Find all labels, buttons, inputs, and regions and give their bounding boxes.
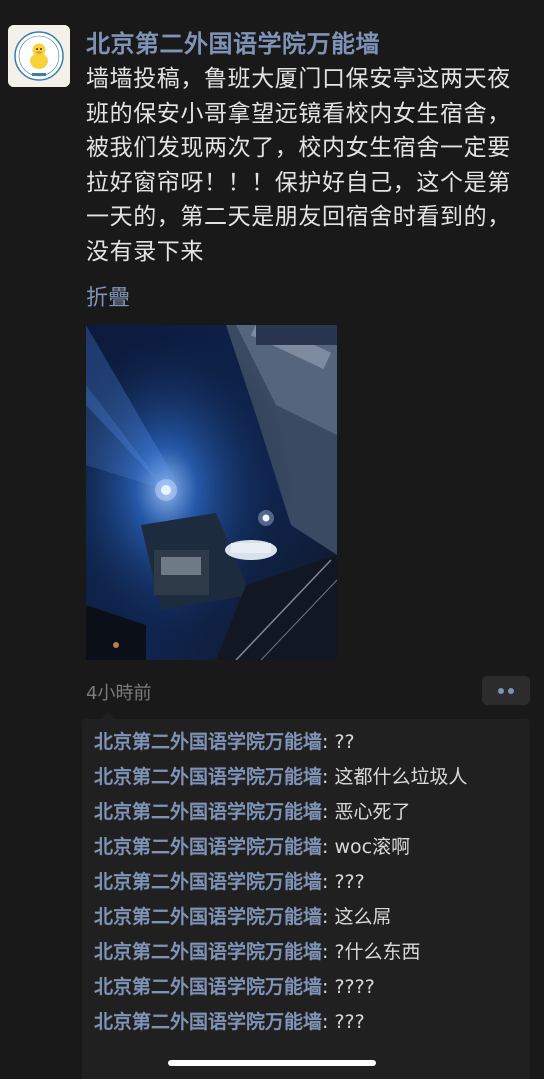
avatar[interactable] (8, 25, 70, 87)
comment-text: 这么屌 (334, 906, 392, 928)
comment-item[interactable]: 北京第二外国语学院万能墙: woc滚啊 (94, 830, 518, 865)
duck-avatar-icon (8, 25, 70, 87)
post-body-text: 墙墙投稿，鲁班大厦门口保安亭这两天夜班的保安小哥拿望远镜看校内女生宿舍，被我们发… (86, 66, 511, 265)
comment-item[interactable]: 北京第二外国语学院万能墙: 这么屌 (94, 900, 518, 935)
comments-section: 北京第二外国语学院万能墙: ?? 北京第二外国语学院万能墙: 这都什么垃圾人 北… (82, 719, 530, 1079)
comment-item[interactable]: 北京第二外国语学院万能墙: ??? (94, 865, 518, 900)
collapse-link[interactable]: 折疊 (86, 280, 130, 312)
comment-text: woc滚啊 (334, 836, 411, 858)
post-author-name[interactable]: 北京第二外国语学院万能墙 (86, 24, 380, 59)
comment-separator: : (322, 976, 335, 998)
comment-author[interactable]: 北京第二外国语学院万能墙 (94, 731, 322, 753)
comment-separator: : (322, 766, 335, 788)
night-photo-image (86, 325, 337, 660)
moments-post-page: 北京第二外国语学院万能墙 墙墙投稿，鲁班大厦门口保安亭这两天夜班的保安小哥拿望远… (0, 0, 544, 1079)
comment-separator: : (322, 941, 335, 963)
comment-separator: : (322, 731, 335, 753)
comment-text: 恶心死了 (334, 801, 411, 823)
comment-author[interactable]: 北京第二外国语学院万能墙 (94, 801, 322, 823)
comment-separator: : (322, 801, 335, 823)
comment-author[interactable]: 北京第二外国语学院万能墙 (94, 836, 322, 858)
comment-separator: : (322, 871, 335, 893)
comment-item[interactable]: 北京第二外国语学院万能墙: ??? (94, 1005, 518, 1040)
comment-author[interactable]: 北京第二外国语学院万能墙 (94, 941, 322, 963)
more-options-button[interactable] (482, 676, 530, 705)
comment-author[interactable]: 北京第二外国语学院万能墙 (94, 871, 322, 893)
comment-text: ??? (334, 1011, 365, 1033)
comment-author[interactable]: 北京第二外国语学院万能墙 (94, 976, 322, 998)
more-dots-icon (498, 688, 504, 694)
more-dots-icon (508, 688, 514, 694)
comment-author[interactable]: 北京第二外国语学院万能墙 (94, 906, 322, 928)
comment-separator: : (322, 906, 335, 928)
post-photo[interactable] (86, 325, 337, 660)
comment-author[interactable]: 北京第二外国语学院万能墙 (94, 766, 322, 788)
comment-item[interactable]: 北京第二外国语学院万能墙: 这都什么垃圾人 (94, 760, 518, 795)
comment-item[interactable]: 北京第二外国语学院万能墙: ???? (94, 970, 518, 1005)
home-indicator[interactable] (168, 1060, 376, 1066)
comment-separator: : (322, 836, 335, 858)
comment-text: ?? (334, 731, 355, 753)
comment-text: ??? (334, 871, 365, 893)
comment-author[interactable]: 北京第二外国语学院万能墙 (94, 1011, 322, 1033)
comment-text: ?什么东西 (334, 941, 421, 963)
comment-item[interactable]: 北京第二外国语学院万能墙: 恶心死了 (94, 795, 518, 830)
comment-text: ???? (334, 976, 375, 998)
post-timestamp: 4小時前 (86, 683, 152, 704)
comment-item[interactable]: 北京第二外国语学院万能墙: ?什么东西 (94, 935, 518, 970)
comment-text: 这都什么垃圾人 (334, 766, 468, 788)
comment-item[interactable]: 北京第二外国语学院万能墙: ?? (94, 725, 518, 760)
comment-separator: : (322, 1011, 335, 1033)
